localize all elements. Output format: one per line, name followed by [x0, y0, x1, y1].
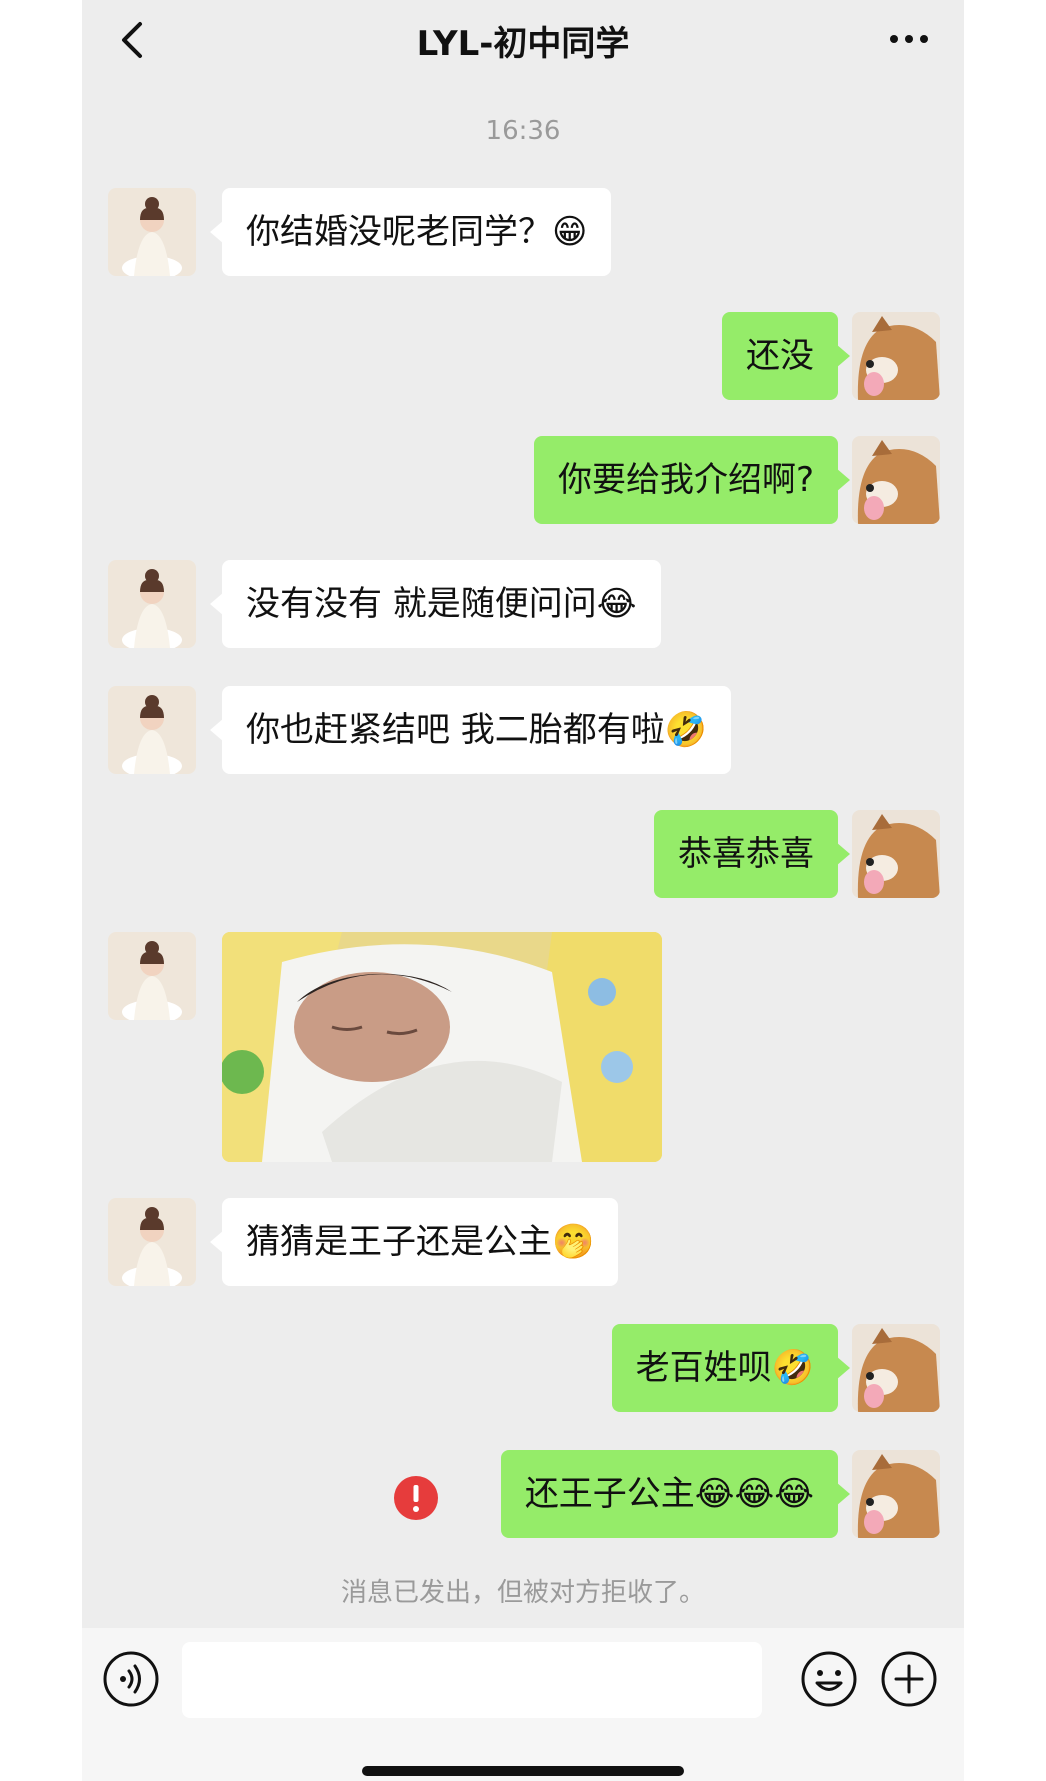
friend-avatar[interactable]	[108, 932, 196, 1020]
my-avatar[interactable]	[852, 1324, 940, 1412]
my-avatar[interactable]	[852, 810, 940, 898]
my-avatar[interactable]	[852, 312, 940, 400]
message-bubble[interactable]: 猜猜是王子还是公主🤭	[222, 1198, 619, 1286]
message-row: 你也赶紧结吧 我二胎都有啦🤣	[82, 686, 964, 774]
bubble-tail	[836, 1356, 850, 1380]
friend-avatar[interactable]	[108, 1198, 196, 1286]
message-bubble[interactable]: 你也赶紧结吧 我二胎都有啦🤣	[222, 686, 732, 774]
rejection-notice: 消息已发出，但被对方拒收了。	[340, 1578, 705, 1608]
chat-header: LYL-初中同学	[82, 0, 964, 80]
message-timestamp: 16:36	[485, 116, 561, 146]
bubble-tail	[836, 842, 850, 866]
message-row: 还没	[82, 312, 964, 400]
message-bubble[interactable]: 你要给我介绍啊?	[533, 436, 838, 524]
bubble-tail	[836, 1482, 850, 1506]
bubble-tail	[836, 344, 850, 368]
input-bar	[82, 1628, 964, 1781]
message-bubble[interactable]: 恭喜恭喜	[654, 810, 838, 898]
bubble-tail	[836, 468, 850, 492]
newborn-baby-photo[interactable]	[222, 932, 662, 1162]
chat-screen: LYL-初中同学 16:36 你结婚没呢老同学？😁 还没 你要给我介绍啊? 没有…	[82, 0, 964, 1781]
message-bubble[interactable]: 你结婚没呢老同学？😁	[222, 188, 612, 276]
message-row: 猜猜是王子还是公主🤭	[82, 1198, 964, 1286]
voice-icon[interactable]	[102, 1650, 160, 1708]
message-row: 还王子公主😂😂😂	[82, 1450, 964, 1538]
message-row: 你要给我介绍啊?	[82, 436, 964, 524]
home-indicator[interactable]	[362, 1766, 684, 1776]
emoji-icon[interactable]	[800, 1650, 858, 1708]
message-row: 恭喜恭喜	[82, 810, 964, 898]
friend-avatar[interactable]	[108, 560, 196, 648]
message-row	[82, 932, 964, 1164]
message-bubble[interactable]: 还王子公主😂😂😂	[500, 1450, 838, 1538]
message-row: 老百姓呗🤣	[82, 1324, 964, 1412]
friend-avatar[interactable]	[108, 686, 196, 774]
chat-title: LYL-初中同学	[416, 24, 630, 64]
message-input[interactable]	[182, 1642, 762, 1718]
message-bubble[interactable]: 还没	[722, 312, 838, 400]
my-avatar[interactable]	[852, 1450, 940, 1538]
my-avatar[interactable]	[852, 436, 940, 524]
message-bubble[interactable]: 老百姓呗🤣	[611, 1324, 838, 1412]
more-dots-icon[interactable]	[884, 24, 934, 54]
friend-avatar[interactable]	[108, 188, 196, 276]
message-bubble[interactable]: 没有没有 就是随便问问😂	[222, 560, 661, 648]
send-failed-icon[interactable]	[394, 1476, 438, 1520]
plus-icon[interactable]	[880, 1650, 938, 1708]
message-row: 没有没有 就是随便问问😂	[82, 560, 964, 648]
message-row: 你结婚没呢老同学？😁	[82, 188, 964, 276]
